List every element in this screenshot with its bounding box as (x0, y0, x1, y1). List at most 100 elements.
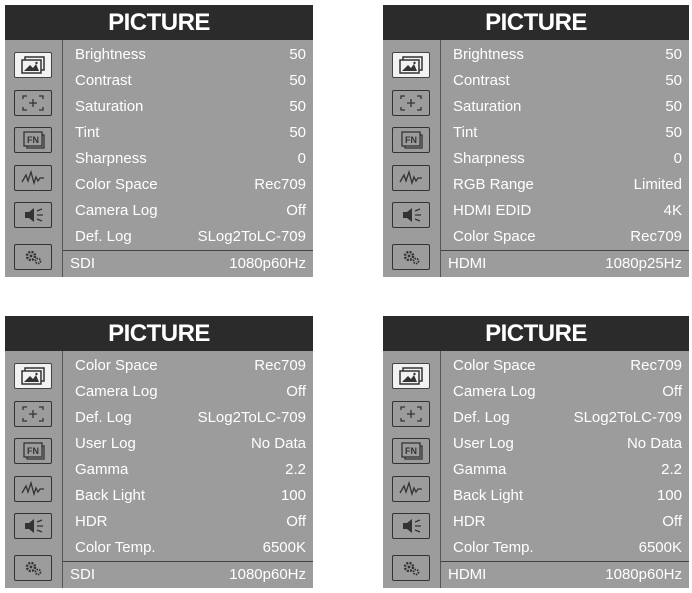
setting-value: No Data (250, 435, 306, 452)
settings-row[interactable]: Def. Log SLog2ToLC-709 (75, 224, 306, 249)
signal-status-bar: HDMI 1080p60Hz (441, 561, 689, 588)
settings-row[interactable]: Camera Log Off (75, 198, 306, 223)
menu-sidebar: FN (5, 40, 63, 277)
settings-row[interactable]: Def. Log SLog2ToLC-709 (75, 405, 306, 430)
settings-icon[interactable] (392, 555, 430, 581)
settings-row[interactable]: Color Space Rec709 (75, 172, 306, 197)
input-source: SDI (70, 255, 96, 272)
picture-icon[interactable] (392, 363, 430, 389)
picture-icon[interactable] (14, 363, 52, 389)
setting-value: 0 (673, 150, 682, 167)
audio-waveform-icon[interactable] (392, 476, 430, 502)
settings-row[interactable]: Back Light 100 (75, 483, 306, 508)
settings-row[interactable]: Contrast 50 (453, 68, 682, 93)
input-source: HDMI (448, 566, 487, 583)
picture-menu-panel: PICTURE FN (383, 316, 689, 588)
menu-title: PICTURE (383, 5, 689, 40)
menu-title: PICTURE (5, 5, 313, 40)
setting-label: Saturation (75, 98, 144, 115)
settings-list: Color Space Rec709 Camera Log Off Def. Log… (63, 351, 313, 562)
settings-row[interactable]: Tint 50 (75, 120, 306, 145)
settings-row[interactable]: HDR Off (453, 509, 682, 534)
setting-value: No Data (626, 435, 682, 452)
svg-text:FN: FN (27, 446, 39, 456)
settings-row[interactable]: Brightness 50 (75, 42, 306, 67)
marker-icon[interactable] (392, 90, 430, 116)
svg-text:FN: FN (405, 446, 417, 456)
settings-row[interactable]: Color Space Rec709 (453, 353, 682, 378)
setting-label: Tint (453, 124, 478, 141)
picture-icon[interactable] (392, 52, 430, 78)
setting-label: Color Temp. (453, 539, 534, 556)
setting-value: Rec709 (254, 176, 306, 193)
settings-row[interactable]: RGB Range Limited (453, 172, 682, 197)
settings-row[interactable]: Camera Log Off (453, 379, 682, 404)
setting-value: 4K (663, 202, 682, 219)
settings-row[interactable]: Sharpness 0 (75, 146, 306, 171)
setting-label: Color Space (75, 357, 158, 374)
setting-value: Off (286, 513, 306, 530)
settings-row[interactable]: Tint 50 (453, 120, 682, 145)
setting-label: Brightness (75, 46, 146, 63)
setting-value: 50 (665, 124, 682, 141)
menu-sidebar: FN (383, 40, 441, 277)
settings-row[interactable]: Color Space Rec709 (453, 224, 682, 249)
settings-row[interactable]: Saturation 50 (75, 94, 306, 119)
function-key-icon[interactable]: FN (14, 127, 52, 153)
setting-label: Camera Log (75, 202, 158, 219)
setting-value: Limited (633, 176, 682, 193)
settings-row[interactable]: HDR Off (75, 509, 306, 534)
settings-row[interactable]: Color Temp. 6500K (453, 535, 682, 560)
speaker-icon[interactable] (392, 513, 430, 539)
settings-icon[interactable] (14, 244, 52, 270)
svg-text:FN: FN (27, 135, 39, 145)
function-key-icon[interactable]: FN (14, 438, 52, 464)
function-key-icon[interactable]: FN (392, 127, 430, 153)
setting-value: 6500K (638, 539, 682, 556)
settings-icon[interactable] (14, 555, 52, 581)
signal-status-bar: SDI 1080p60Hz (63, 250, 313, 277)
settings-row[interactable]: Color Temp. 6500K (75, 535, 306, 560)
signal-format: 1080p60Hz (229, 566, 306, 583)
settings-row[interactable]: Sharpness 0 (453, 146, 682, 171)
speaker-icon[interactable] (14, 513, 52, 539)
settings-row[interactable]: User Log No Data (453, 431, 682, 456)
speaker-icon[interactable] (14, 202, 52, 228)
settings-row[interactable]: Contrast 50 (75, 68, 306, 93)
setting-value: 2.2 (661, 461, 682, 478)
audio-waveform-icon[interactable] (392, 165, 430, 191)
settings-row[interactable]: Brightness 50 (453, 42, 682, 67)
setting-label: Camera Log (453, 383, 536, 400)
setting-label: Contrast (453, 72, 510, 89)
settings-row[interactable]: Back Light 100 (453, 483, 682, 508)
settings-icon[interactable] (392, 244, 430, 270)
settings-row[interactable]: HDMI EDID 4K (453, 198, 682, 223)
picture-icon[interactable] (14, 52, 52, 78)
setting-label: Color Space (453, 228, 536, 245)
audio-waveform-icon[interactable] (14, 476, 52, 502)
setting-label: HDMI EDID (453, 202, 532, 219)
setting-label: Gamma (453, 461, 507, 478)
settings-row[interactable]: Saturation 50 (453, 94, 682, 119)
setting-value: 0 (297, 150, 306, 167)
settings-row[interactable]: Gamma 2.2 (75, 457, 306, 482)
settings-row[interactable]: Camera Log Off (75, 379, 306, 404)
speaker-icon[interactable] (392, 202, 430, 228)
function-key-icon[interactable]: FN (392, 438, 430, 464)
setting-value: 100 (656, 487, 682, 504)
setting-value: 50 (289, 46, 306, 63)
marker-icon[interactable] (14, 401, 52, 427)
setting-label: Gamma (75, 461, 129, 478)
settings-row[interactable]: Color Space Rec709 (75, 353, 306, 378)
setting-label: Color Temp. (75, 539, 156, 556)
settings-row[interactable]: Def. Log SLog2ToLC-709 (453, 405, 682, 430)
settings-row[interactable]: User Log No Data (75, 431, 306, 456)
marker-icon[interactable] (14, 90, 52, 116)
audio-waveform-icon[interactable] (14, 165, 52, 191)
setting-value: 50 (665, 98, 682, 115)
settings-row[interactable]: Gamma 2.2 (453, 457, 682, 482)
marker-icon[interactable] (392, 401, 430, 427)
setting-value: 6500K (262, 539, 306, 556)
setting-label: Saturation (453, 98, 522, 115)
menu-title: PICTURE (383, 316, 689, 351)
